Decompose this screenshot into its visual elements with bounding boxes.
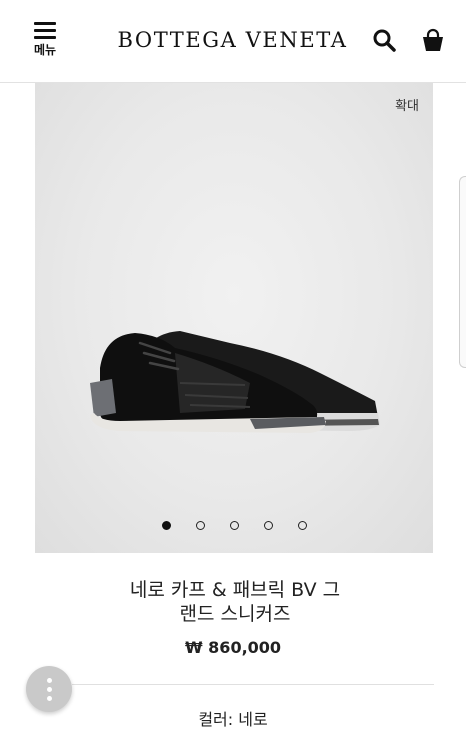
carousel-indicator — [35, 521, 433, 530]
shopping-bag-icon — [423, 28, 443, 51]
product-image — [90, 331, 380, 433]
side-panel-handle[interactable] — [459, 176, 466, 368]
search-button[interactable] — [372, 28, 398, 54]
more-options-button[interactable] — [26, 666, 72, 712]
carousel-dot-3[interactable] — [229, 521, 239, 530]
app-header: 메뉴 BOTTEGA VENETA — [0, 0, 466, 83]
menu-button[interactable]: 메뉴 — [22, 22, 68, 66]
carousel-dot-4[interactable] — [263, 521, 273, 530]
product-image-gallery[interactable]: 확대 — [35, 83, 433, 553]
product-price: ₩ 860,000 — [184, 638, 282, 657]
carousel-dot-2[interactable] — [195, 521, 205, 530]
more-vertical-icon — [46, 677, 52, 683]
carousel-dot-1[interactable] — [161, 521, 171, 530]
color-selector[interactable]: 컬러: 네로 — [0, 706, 466, 730]
zoom-button[interactable]: 확대 — [395, 95, 419, 114]
brand-logo[interactable]: BOTTEGA VENETA — [105, 28, 360, 52]
product-title-line-1: 네로 카프 & 패브릭 BV 그 — [129, 579, 341, 601]
hamburger-icon — [34, 22, 56, 39]
product-title: 네로 카프 & 패브릭 BV 그 랜드 스니커즈 — [90, 578, 380, 626]
menu-label: 메뉴 — [33, 43, 57, 57]
product-title-line-2: 랜드 스니커즈 — [179, 603, 291, 625]
divider — [72, 684, 434, 685]
search-icon — [373, 29, 396, 52]
carousel-dot-5[interactable] — [297, 521, 307, 530]
shopping-bag-button[interactable] — [420, 28, 446, 54]
